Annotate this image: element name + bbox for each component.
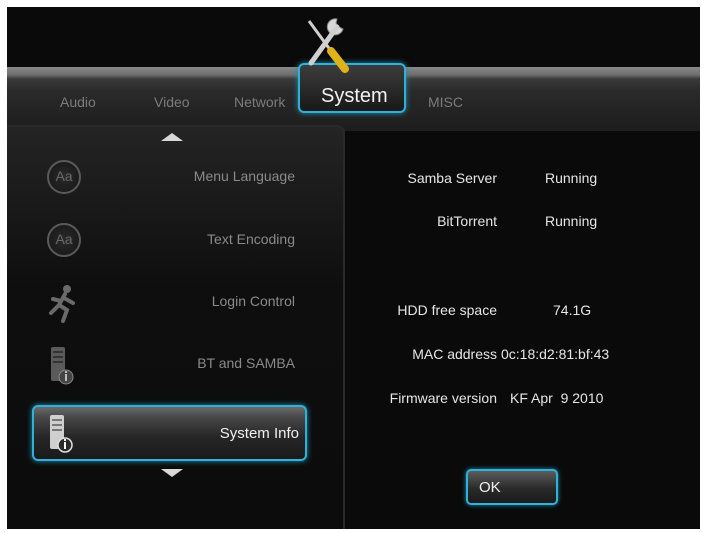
menu-item-label: Text Encoding bbox=[207, 231, 295, 247]
tab-misc[interactable]: MISC bbox=[428, 94, 463, 110]
samba-server-label: Samba Server bbox=[407, 170, 497, 186]
menu-item-login-control[interactable]: Login Control bbox=[7, 279, 307, 327]
menu-item-label: BT and SAMBA bbox=[197, 355, 295, 371]
bittorrent-label: BitTorrent bbox=[437, 213, 497, 229]
menu-item-label: System Info bbox=[219, 425, 299, 442]
tab-network[interactable]: Network bbox=[234, 94, 285, 110]
menu-item-menu-language[interactable]: Aa Menu Language bbox=[7, 154, 307, 202]
tools-icon bbox=[307, 18, 349, 73]
menu-item-text-encoding[interactable]: Aa Text Encoding bbox=[7, 217, 307, 265]
samba-server-value: Running bbox=[545, 170, 598, 186]
server-info-icon bbox=[51, 347, 74, 385]
firmware-version-value: KF Apr 9 2010 bbox=[510, 390, 604, 406]
running-man-icon bbox=[49, 285, 75, 323]
settings-screen: Audio Video Network MISC System Aa Menu … bbox=[7, 7, 700, 529]
menu-item-label: Login Control bbox=[211, 293, 295, 309]
firmware-version-label: Firmware version bbox=[389, 390, 497, 406]
server-info-icon bbox=[50, 415, 73, 453]
scroll-up-arrow[interactable] bbox=[161, 133, 183, 141]
ok-button-label: OK bbox=[479, 479, 501, 496]
bittorrent-value: Running bbox=[545, 213, 598, 229]
menu-item-label: Menu Language bbox=[193, 168, 295, 184]
hdd-free-space-label: HDD free space bbox=[397, 302, 497, 318]
menu-item-bt-and-samba[interactable]: BT and SAMBA bbox=[7, 341, 307, 389]
mac-address-value: 0c:18:d2:81:bf:43 bbox=[501, 346, 610, 362]
scroll-down-arrow[interactable] bbox=[161, 469, 183, 477]
language-icon: Aa bbox=[47, 160, 81, 194]
text-encoding-icon: Aa bbox=[47, 223, 81, 257]
ok-button[interactable]: OK bbox=[466, 469, 558, 505]
tab-video[interactable]: Video bbox=[154, 94, 190, 110]
tab-system-label: System bbox=[321, 85, 388, 107]
mac-address-label: MAC address bbox=[412, 346, 497, 362]
hdd-free-space-value: 74.1G bbox=[553, 302, 592, 318]
menu-item-system-info[interactable]: System Info bbox=[32, 405, 307, 461]
tab-audio[interactable]: Audio bbox=[60, 94, 96, 110]
